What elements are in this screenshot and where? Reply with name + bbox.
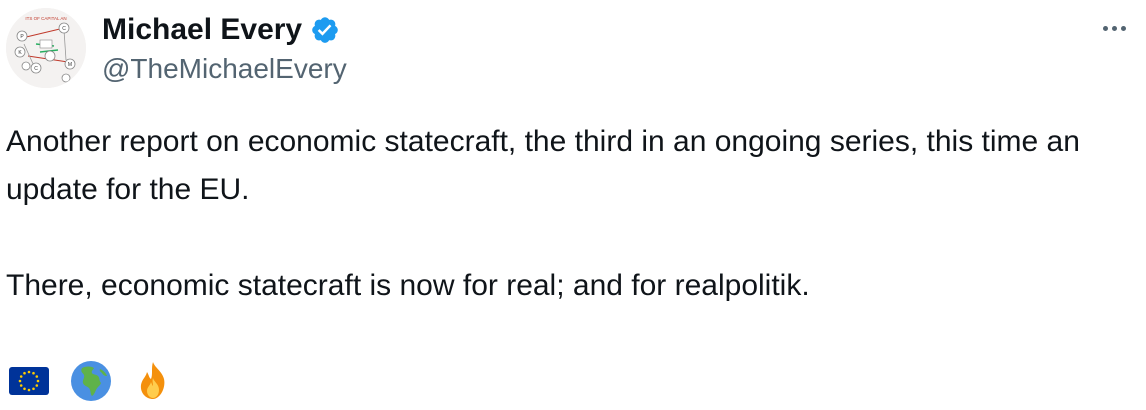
svg-text:C: C bbox=[62, 26, 66, 32]
tweet-text: Another report on economic statecraft, t… bbox=[6, 118, 1116, 310]
svg-text:C: C bbox=[34, 66, 38, 72]
fire-emoji-icon bbox=[140, 362, 165, 399]
globe-africa-europe-emoji-icon bbox=[71, 361, 111, 401]
svg-text:ITS OF CAPITAL AN: ITS OF CAPITAL AN bbox=[25, 16, 66, 21]
more-horizontal-icon-dot bbox=[1120, 25, 1126, 31]
more-options-button[interactable] bbox=[1096, 14, 1132, 42]
tweet-card: ITS OF CAPITAL AN P C K C M Michael Ever… bbox=[0, 0, 1146, 410]
more-horizontal-icon-dot bbox=[1111, 25, 1117, 31]
verified-badge-icon[interactable] bbox=[310, 15, 340, 45]
emoji-row bbox=[8, 360, 174, 402]
eu-flag-emoji-icon bbox=[9, 367, 49, 395]
author-handle[interactable]: @TheMichaelEvery bbox=[102, 52, 347, 86]
svg-text:M: M bbox=[68, 62, 72, 68]
more-horizontal-icon-dot bbox=[1102, 25, 1108, 31]
tweet-paragraph: Another report on economic statecraft, t… bbox=[6, 125, 1080, 206]
author-avatar[interactable]: ITS OF CAPITAL AN P C K C M bbox=[6, 8, 86, 88]
author-display-name[interactable]: Michael Every bbox=[102, 12, 302, 48]
economic-circuit-diagram-avatar-icon: ITS OF CAPITAL AN P C K C M bbox=[6, 8, 86, 88]
author-name-row: Michael Every bbox=[102, 12, 340, 48]
tweet-paragraph: There, economic statecraft is now for re… bbox=[6, 269, 810, 302]
